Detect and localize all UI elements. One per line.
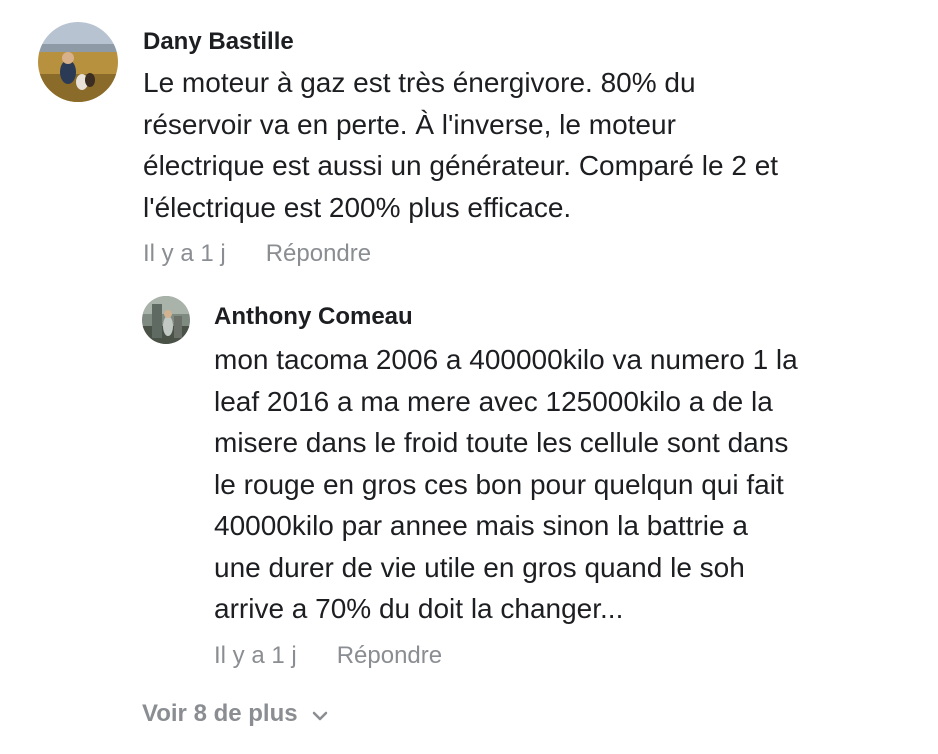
comment: Dany Bastille Le moteur à gaz est très é… — [38, 22, 918, 268]
view-more-label: Voir 8 de plus — [142, 700, 298, 727]
comment-text: Le moteur à gaz est très énergivore. 80%… — [143, 67, 779, 223]
avatar-photo-icon — [142, 296, 190, 344]
comment-text: mon tacoma 2006 a 400000kilo va numero 1… — [214, 344, 798, 624]
comment-content: Dany Bastille Le moteur à gaz est très é… — [143, 22, 778, 268]
comment-timestamp[interactable]: Il y a 1 j — [143, 240, 226, 268]
comment-meta: Il y a 1 j Répondre — [143, 240, 778, 268]
reply-comment: Anthony Comeau mon tacoma 2006 a 400000k… — [142, 296, 922, 670]
avatar-photo-icon — [38, 22, 118, 102]
reply-button[interactable]: Répondre — [337, 642, 442, 670]
avatar[interactable] — [38, 22, 118, 102]
avatar[interactable] — [142, 296, 190, 344]
reply-button[interactable]: Répondre — [266, 240, 371, 268]
comment-meta: Il y a 1 j Répondre — [214, 642, 798, 670]
comment-author[interactable]: Dany Bastille — [143, 28, 778, 56]
view-more-replies-button[interactable]: Voir 8 de plus — [142, 700, 328, 728]
chevron-down-icon — [312, 700, 328, 728]
comment-content: Anthony Comeau mon tacoma 2006 a 400000k… — [214, 296, 798, 670]
comment-timestamp[interactable]: Il y a 1 j — [214, 642, 297, 670]
comment-author[interactable]: Anthony Comeau — [214, 303, 798, 331]
